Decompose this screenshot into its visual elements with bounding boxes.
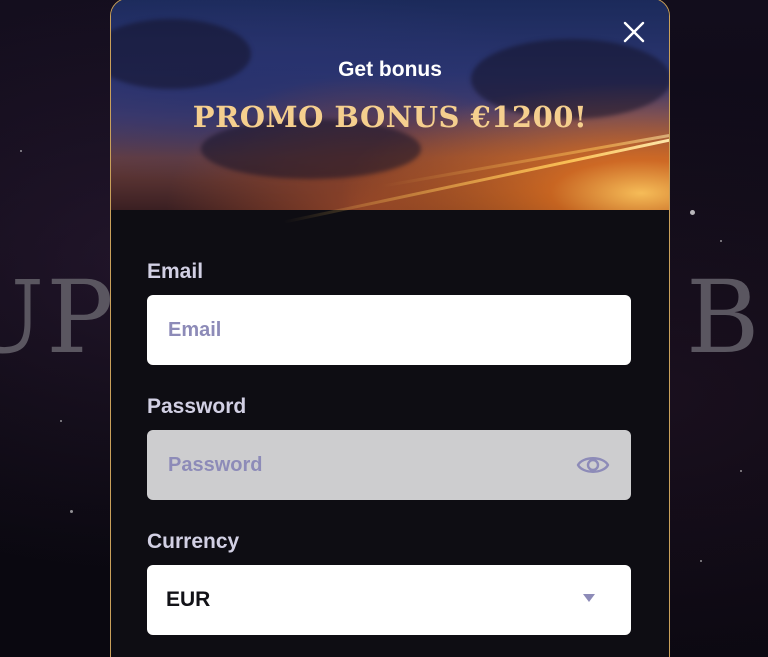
background-title-right: BO	[686, 259, 768, 376]
email-label: Email	[147, 260, 204, 283]
signup-form: Email Password Currency EUR	[111, 260, 669, 635]
password-field-wrapper	[147, 430, 631, 500]
close-icon	[623, 21, 645, 43]
page-backdrop: UP BO Get bonus PROMO BONUS €1200! Email	[0, 0, 768, 657]
close-button[interactable]	[619, 17, 649, 47]
email-field-wrapper	[147, 295, 631, 365]
bonus-modal: Get bonus PROMO BONUS €1200! Email Passw…	[110, 0, 670, 657]
password-label: Password	[147, 395, 247, 418]
star	[690, 210, 695, 215]
star	[70, 510, 73, 513]
star	[700, 560, 702, 562]
modal-title: PROMO BONUS €1200!	[192, 100, 588, 134]
currency-selected-value: EUR	[166, 588, 211, 611]
toggle-password-visibility-button[interactable]	[576, 452, 610, 478]
star	[60, 420, 62, 422]
eye-icon	[576, 457, 610, 473]
background-title-left: UP	[0, 259, 116, 376]
modal-subtitle: Get bonus	[338, 58, 442, 81]
star	[720, 240, 722, 242]
modal-hero-banner: Get bonus PROMO BONUS €1200!	[111, 0, 669, 224]
email-input[interactable]	[166, 317, 612, 343]
password-input[interactable]	[166, 452, 612, 478]
caret-down-icon	[583, 594, 595, 602]
hero-light-streak	[381, 129, 669, 188]
star	[740, 470, 742, 472]
currency-label: Currency	[147, 530, 240, 553]
star	[20, 150, 22, 152]
currency-select[interactable]: EUR	[147, 565, 631, 635]
